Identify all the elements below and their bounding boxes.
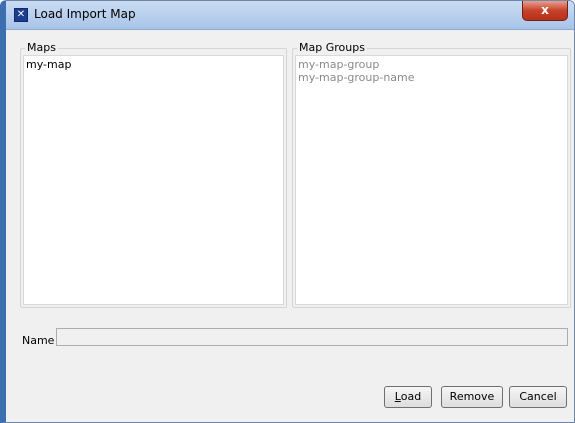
- name-input[interactable]: [56, 328, 568, 346]
- map-groups-group: Map Groups my-map-group my-map-group-nam…: [292, 41, 571, 308]
- remove-button[interactable]: Remove: [441, 386, 503, 408]
- load-label-rest: oad: [400, 390, 422, 403]
- close-button[interactable]: x: [522, 1, 568, 21]
- list-item[interactable]: my-map-group: [298, 58, 567, 71]
- map-groups-list[interactable]: my-map-group my-map-group-name: [295, 55, 568, 305]
- maps-group: Maps my-map: [20, 41, 287, 308]
- list-item[interactable]: my-map-group-name: [298, 71, 567, 84]
- load-button[interactable]: Load: [384, 386, 432, 408]
- window-title: Load Import Map: [34, 7, 136, 21]
- maps-list[interactable]: my-map: [23, 55, 284, 305]
- map-groups-group-label: Map Groups: [297, 41, 367, 54]
- app-icon: ✕: [14, 8, 28, 22]
- name-label: Name: [22, 334, 55, 347]
- cancel-button[interactable]: Cancel: [509, 386, 567, 408]
- maps-group-label: Maps: [25, 41, 58, 54]
- dialog-content: Maps my-map Map Groups my-map-group my-m…: [6, 30, 574, 422]
- list-item[interactable]: my-map: [26, 58, 283, 71]
- load-import-map-dialog: ✕ Load Import Map x Maps my-map Map Grou…: [0, 0, 575, 423]
- title-bar[interactable]: ✕ Load Import Map x: [6, 1, 574, 30]
